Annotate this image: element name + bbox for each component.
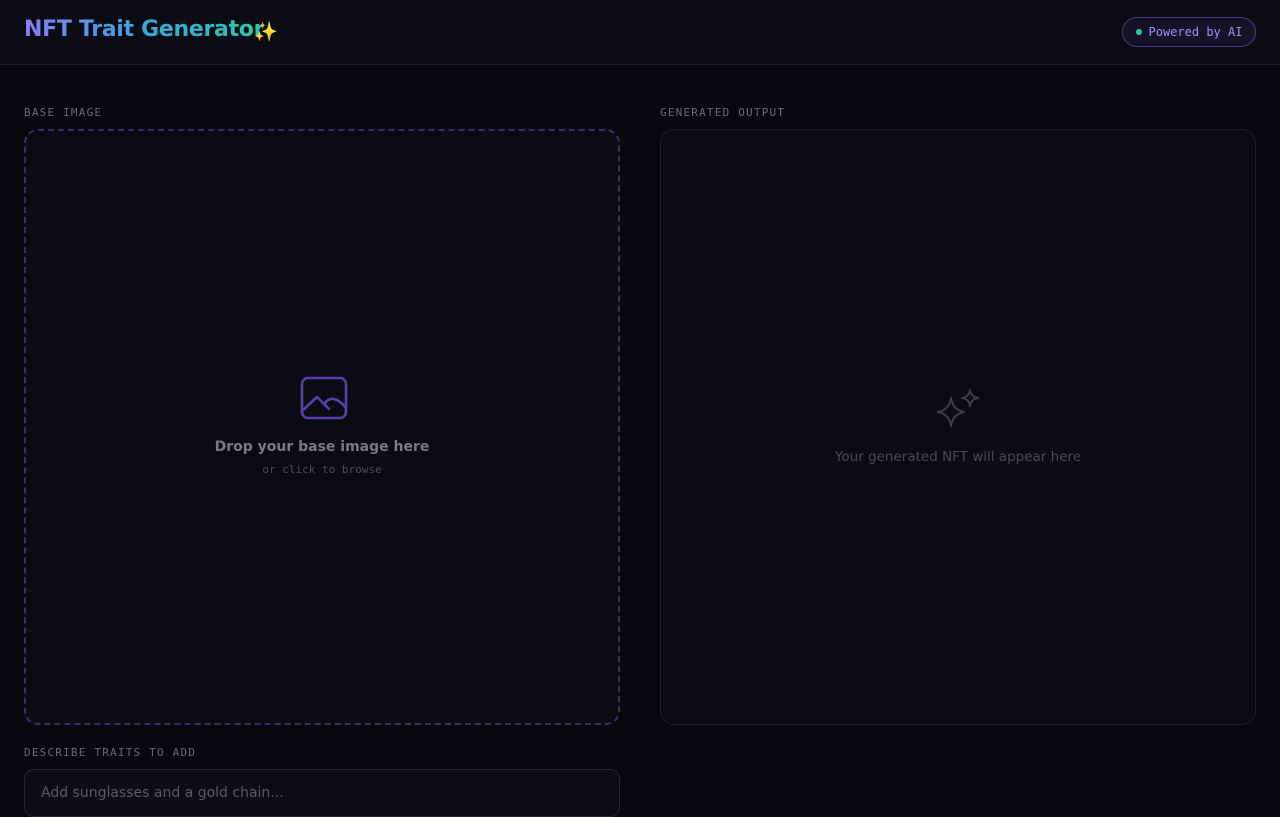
base-image-dropzone[interactable]: Drop your base image here or click to br… [24,129,620,725]
generated-output-panel: Your generated NFT will appear here [660,129,1256,725]
base-image-label: BASE IMAGE [24,106,103,119]
app-header: NFT Trait Generator ✨ Powered by AI [0,0,1280,65]
badge-label: Powered by AI [1148,25,1243,39]
generated-output-label: GENERATED OUTPUT [660,106,786,119]
app-title: NFT Trait Generator [24,17,265,42]
powered-by-ai-badge: Powered by AI [1122,17,1256,47]
status-dot-icon [1135,29,1142,35]
dropzone-subtitle: or click to browse [262,463,382,476]
image-icon [300,376,348,420]
dropzone-title: Drop your base image here [214,439,430,455]
sparkles-icon [937,389,979,427]
traits-input[interactable] [24,769,620,817]
output-placeholder-text: Your generated NFT will appear here [834,449,1082,465]
describe-traits-label: DESCRIBE TRAITS TO ADD [24,746,197,759]
sparkle-emoji-icon: ✨ [254,21,278,43]
